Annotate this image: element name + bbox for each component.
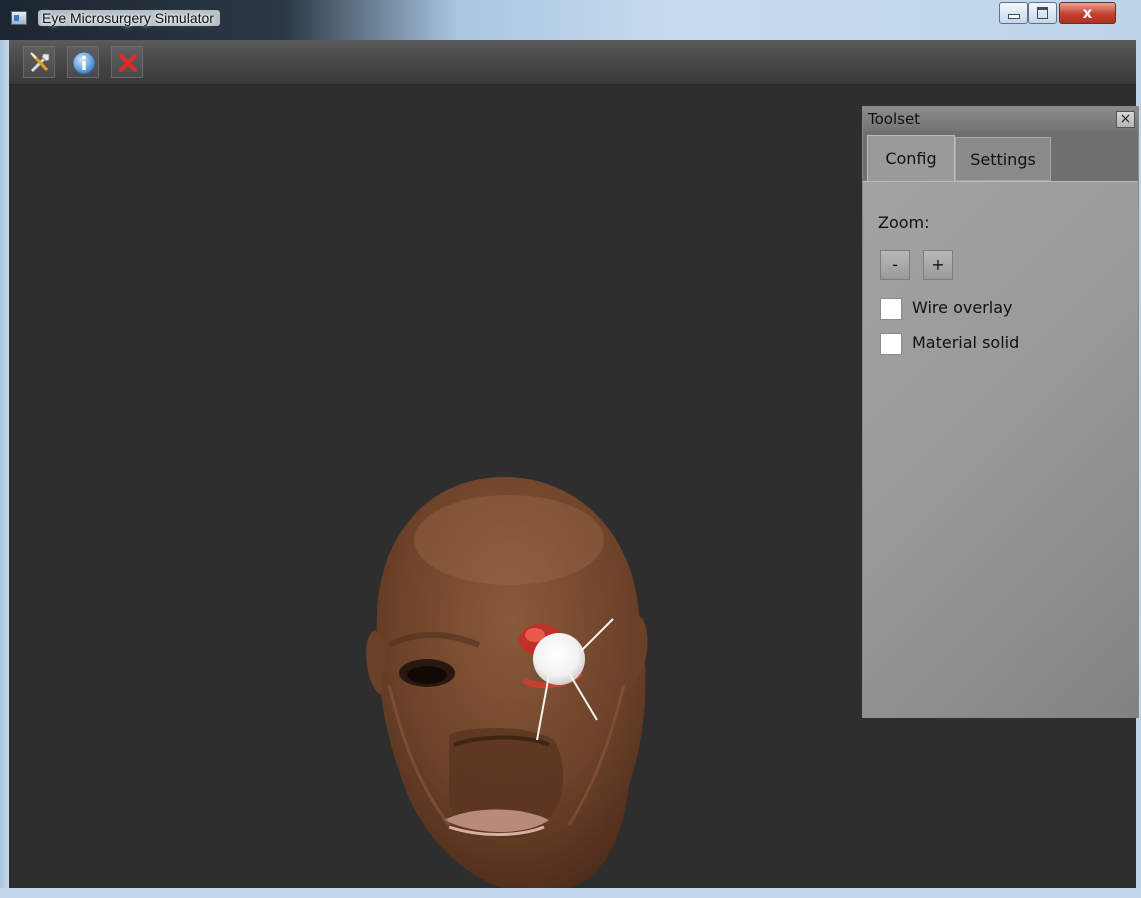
tab-config[interactable]: Config bbox=[867, 135, 955, 181]
maximize-icon bbox=[1037, 7, 1048, 19]
config-pane: Zoom: - + Wire overlay Material solid bbox=[863, 181, 1138, 718]
toolbar bbox=[9, 40, 1136, 85]
wire-overlay-label: Wire overlay bbox=[912, 298, 1013, 317]
zoom-in-button[interactable]: + bbox=[923, 250, 953, 280]
material-solid-checkbox[interactable] bbox=[880, 333, 902, 355]
close-icon: × bbox=[1119, 111, 1132, 127]
zoom-label: Zoom: bbox=[878, 213, 930, 232]
tab-config-label: Config bbox=[885, 149, 937, 168]
window-border-bottom bbox=[0, 888, 1141, 898]
exit-icon bbox=[119, 54, 137, 72]
material-solid-label: Material solid bbox=[912, 333, 1020, 352]
tab-settings-label: Settings bbox=[970, 149, 1036, 169]
toolset-close-button[interactable]: × bbox=[1116, 111, 1135, 128]
close-icon: x bbox=[1082, 3, 1093, 22]
toolset-titlebar[interactable]: Toolset × bbox=[863, 107, 1138, 131]
wire-overlay-checkbox[interactable] bbox=[880, 298, 902, 320]
app-icon bbox=[11, 11, 27, 25]
maximize-button[interactable] bbox=[1028, 2, 1057, 24]
exit-button[interactable] bbox=[111, 46, 143, 78]
tools-icon bbox=[30, 52, 50, 73]
window-title: Eye Microsurgery Simulator bbox=[38, 10, 220, 26]
minimize-icon bbox=[1007, 14, 1020, 19]
tab-settings[interactable]: Settings bbox=[955, 137, 1051, 181]
zoom-out-button[interactable]: - bbox=[880, 250, 910, 280]
toolset-title: Toolset bbox=[868, 110, 921, 128]
toolset-panel: Toolset × Config Settings Zoom: - + Wire… bbox=[862, 106, 1139, 718]
tools-button[interactable] bbox=[23, 46, 55, 78]
minimize-button[interactable] bbox=[999, 2, 1028, 24]
info-icon bbox=[72, 51, 96, 75]
window-titlebar[interactable]: Eye Microsurgery Simulator x bbox=[0, 0, 1141, 40]
info-button[interactable] bbox=[67, 46, 99, 78]
window-close-button[interactable]: x bbox=[1059, 2, 1116, 24]
window-border-left bbox=[0, 40, 9, 898]
